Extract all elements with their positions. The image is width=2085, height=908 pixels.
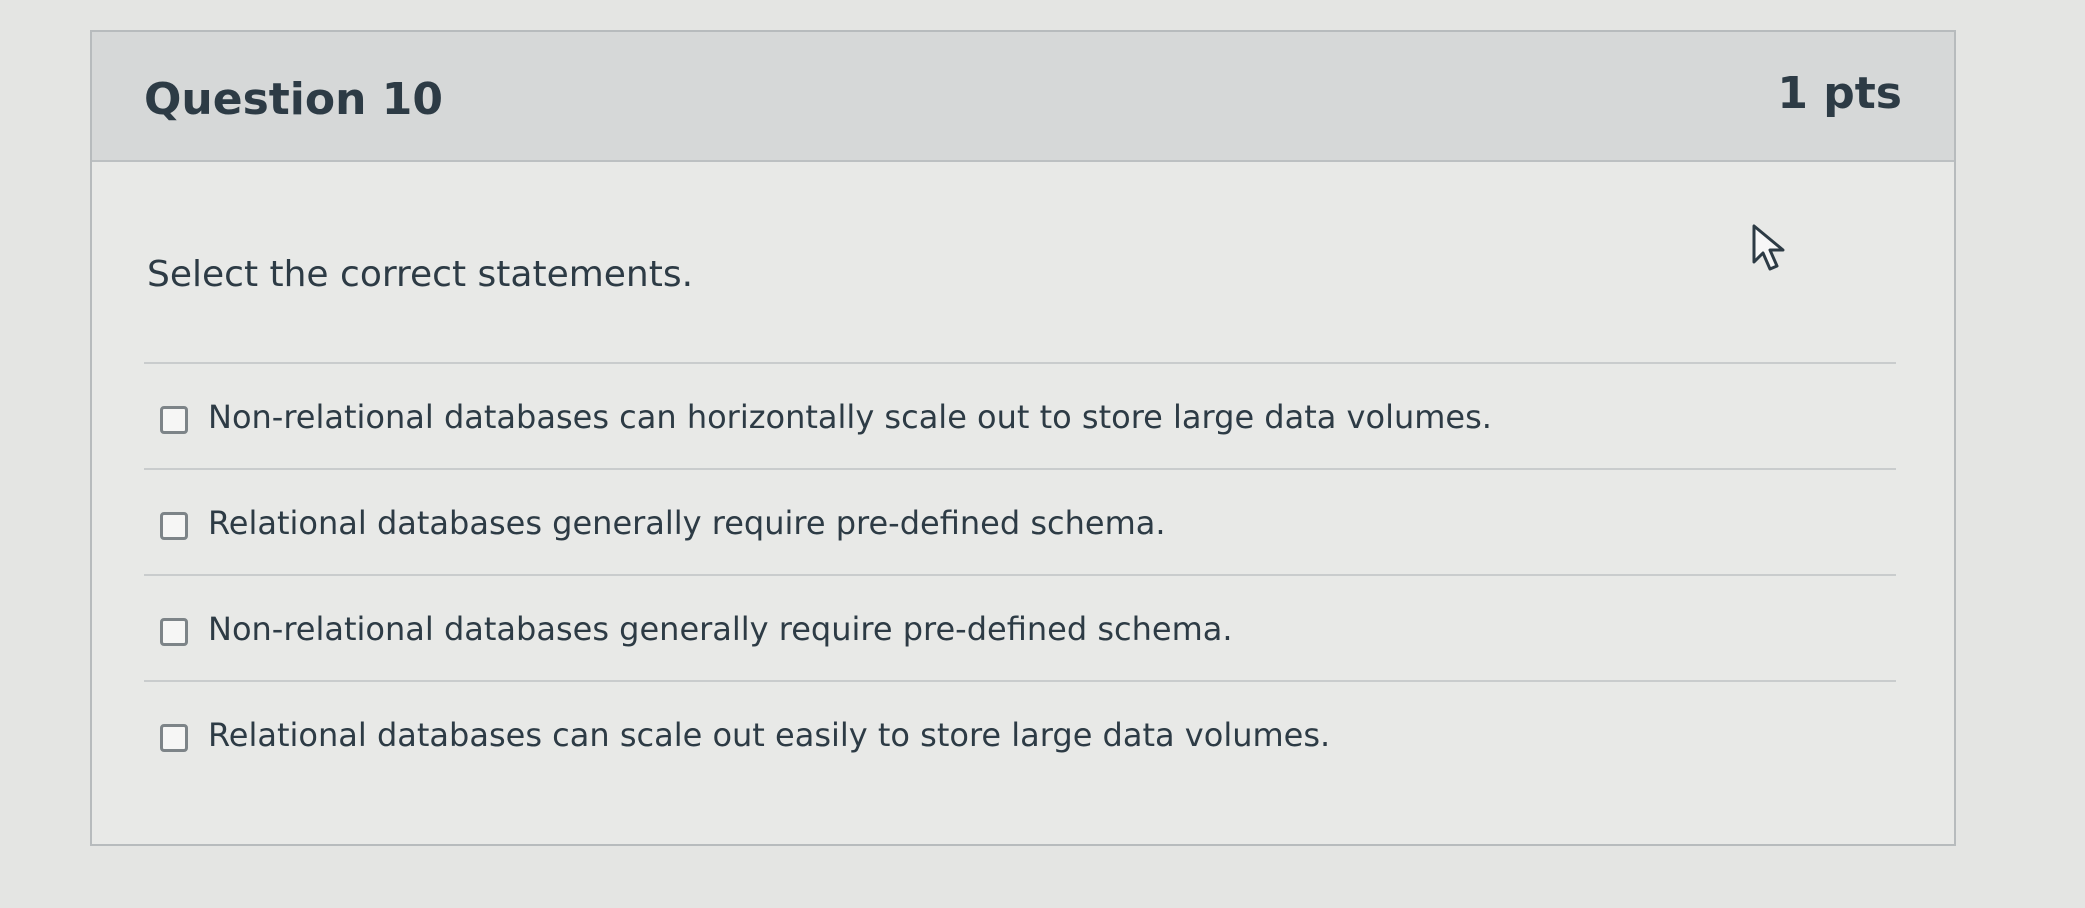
answer-option-4[interactable]: Relational databases can scale out easil… [144, 680, 1896, 786]
answer-checkbox-1[interactable] [160, 406, 188, 434]
answer-checkbox-3[interactable] [160, 618, 188, 646]
answer-checkbox-2[interactable] [160, 512, 188, 540]
answer-list: Non-relational databases can horizontall… [144, 362, 1896, 786]
mouse-pointer-icon [1752, 224, 1785, 271]
question-card: Question 10 1 pts Select the correct sta… [90, 30, 1956, 846]
answer-option-3[interactable]: Non-relational databases generally requi… [144, 574, 1896, 680]
question-header: Question 10 1 pts [92, 32, 1954, 162]
answer-label-2[interactable]: Relational databases generally require p… [208, 504, 1166, 542]
question-prompt: Select the correct statements. [147, 254, 694, 295]
question-title: Question 10 [144, 74, 443, 125]
answer-option-1[interactable]: Non-relational databases can horizontall… [144, 362, 1896, 468]
answer-label-1[interactable]: Non-relational databases can horizontall… [208, 398, 1492, 436]
answer-checkbox-4[interactable] [160, 724, 188, 752]
answer-label-4[interactable]: Relational databases can scale out easil… [208, 716, 1330, 754]
answer-option-2[interactable]: Relational databases generally require p… [144, 468, 1896, 574]
answer-label-3[interactable]: Non-relational databases generally requi… [208, 610, 1233, 648]
question-points: 1 pts [1777, 68, 1902, 119]
